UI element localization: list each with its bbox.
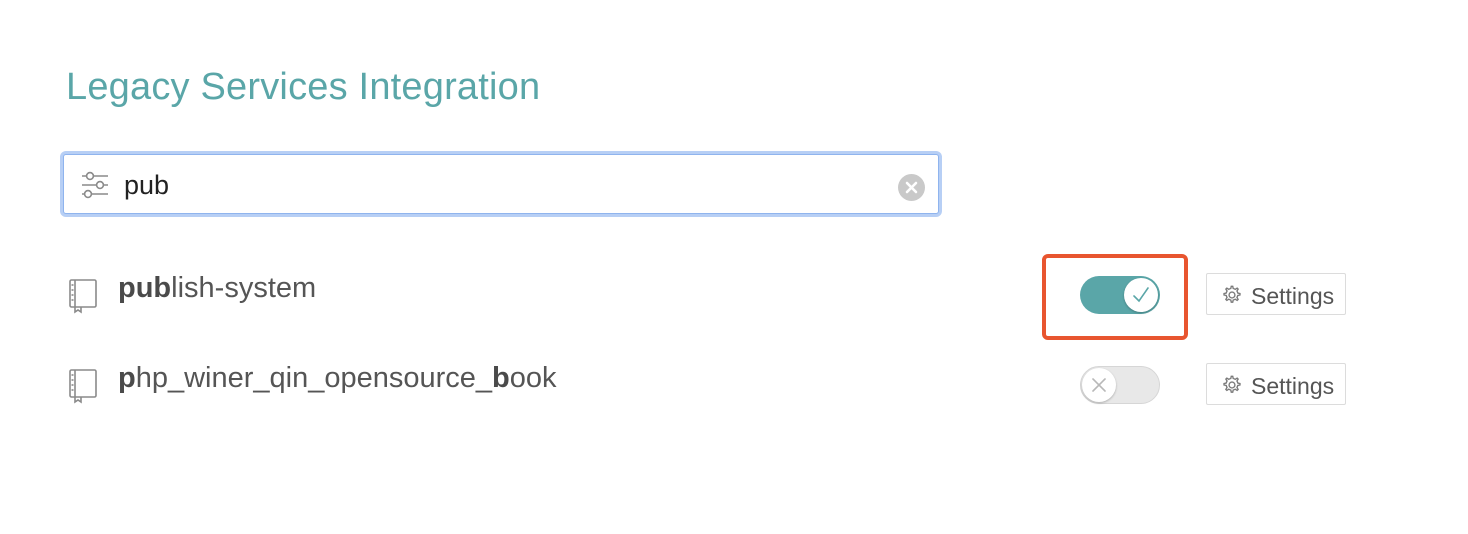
repo-book-icon [69, 279, 97, 314]
repo-name[interactable]: publish-system [118, 272, 316, 305]
repo-name-rest: lish-system [171, 272, 317, 304]
repo-name[interactable]: php_winer_qin_opensource_book [118, 362, 557, 395]
check-icon [1133, 287, 1149, 303]
repo-name-rest: hp_winer_qin_opensource_ [135, 362, 493, 394]
search-input[interactable] [124, 165, 884, 205]
clear-search-button[interactable] [898, 174, 925, 201]
settings-label: Settings [1251, 373, 1335, 399]
repo-enable-toggle[interactable] [1080, 276, 1160, 314]
settings-button[interactable]: Settings [1206, 273, 1346, 315]
repo-name-match: b [492, 362, 510, 394]
gear-icon [1223, 375, 1241, 393]
settings-label: Settings [1251, 283, 1335, 309]
repo-row-php-winer-qin-opensource-book: php_winer_qin_opensource_book Settings [66, 358, 1366, 406]
page-title: Legacy Services Integration [66, 66, 541, 108]
search-box[interactable] [63, 154, 939, 214]
repo-name-match: pub [118, 272, 172, 304]
repo-enable-toggle[interactable] [1080, 366, 1160, 404]
repo-row-publish-system: publish-system Settings [66, 254, 1366, 340]
settings-button[interactable]: Settings [1206, 363, 1346, 405]
toggle-knob [1082, 368, 1116, 402]
repo-name-match: p [118, 362, 136, 394]
x-icon [1092, 378, 1106, 392]
repo-book-icon [69, 369, 97, 404]
page: Legacy Services Integration pub publish-… [0, 0, 1468, 534]
sliders-icon [82, 171, 108, 199]
clear-circle-icon [905, 181, 918, 194]
repo-name-rest: ook [509, 362, 557, 394]
toggle-knob [1124, 278, 1158, 312]
gear-icon [1223, 285, 1241, 303]
